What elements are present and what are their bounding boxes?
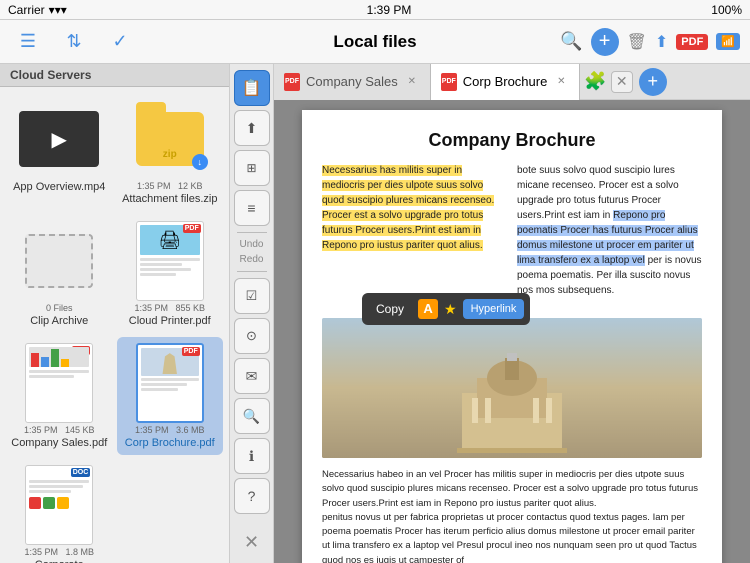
file-name: Attachment files.zip xyxy=(122,193,217,205)
tab-company-sales[interactable]: PDF Company Sales ✕ xyxy=(274,64,431,100)
transfer-button[interactable]: 📶 xyxy=(716,33,740,50)
file-meta: 0 Files xyxy=(46,303,73,313)
share-toolbar-button[interactable]: ⬆ xyxy=(234,110,270,146)
main-container: Cloud Servers ▶ App Overview.mp4 zip ↓ xyxy=(0,64,750,563)
tabs-bar: PDF Company Sales ✕ PDF Corp Brochure ✕ … xyxy=(274,64,750,100)
file-meta: 1:35 PM 1.8 MB xyxy=(24,547,94,557)
grid-view-button[interactable]: ⊞ xyxy=(234,150,270,186)
context-menu-toolbar: Copy A ★ Hyperlink xyxy=(362,293,530,325)
hyperlink-button[interactable]: Hyperlink xyxy=(463,299,525,320)
battery-label: 100% xyxy=(711,3,742,17)
building-silhouette xyxy=(447,353,577,458)
middle-toolbar: 📋 ⬆ ⊞ ≡ Undo Redo ☑ ⊙ ✉ 🔍 ℹ ? ✕ xyxy=(230,64,274,563)
file-name: Company Sales.pdf xyxy=(11,437,107,449)
pdf-page: Company Brochure Necessarius has militis… xyxy=(302,110,722,563)
file-name: App Overview.mp4 xyxy=(13,181,105,193)
sort-button[interactable]: ⇅ xyxy=(56,24,92,60)
file-meta: 1:35 PM 3.6 MB xyxy=(135,425,205,435)
badge-icon: ↓ xyxy=(192,154,208,170)
pdf-right-column: bote suus solvo quod suscipio lures mica… xyxy=(517,163,702,308)
sync-button[interactable]: ⊙ xyxy=(234,318,270,354)
tab-close-button[interactable]: ✕ xyxy=(404,74,420,90)
list-item[interactable]: ▶ App Overview.mp4 xyxy=(6,93,113,211)
check-button[interactable]: ✓ xyxy=(102,24,138,60)
pdf-body-text: Necessarius habeo in an vel Procer has m… xyxy=(322,468,702,563)
pdf-building-image xyxy=(322,318,702,458)
pdf-text-blue-block: bote suus solvo quod suscipio lures mica… xyxy=(517,163,702,298)
file-name: Cloud Printer.pdf xyxy=(129,315,211,327)
tab-label-active: Corp Brochure xyxy=(463,74,548,89)
pdf-content-area[interactable]: Company Brochure Necessarius has militis… xyxy=(274,100,750,563)
pdf-thumbnail: PDF 🖨 xyxy=(136,221,204,301)
page-title: Local files xyxy=(333,32,416,52)
pdf-text-highlighted-block[interactable]: Necessarius has militis super in mediocr… xyxy=(322,163,507,253)
pdf-title: Company Brochure xyxy=(322,130,702,151)
toolbar-divider xyxy=(237,232,267,233)
share-button[interactable]: ⬆ xyxy=(655,32,668,52)
file-meta: 1:35 PM 855 KB xyxy=(134,303,205,313)
file-name: Clip Archive xyxy=(30,315,88,327)
select-button[interactable]: ☑ xyxy=(234,278,270,314)
close-tab-panel-button[interactable]: ✕ xyxy=(611,71,633,93)
status-bar: Carrier ▾▾▾ 1:39 PM 100% xyxy=(0,0,750,20)
extensions-button[interactable]: 🧩 xyxy=(584,71,606,92)
redo-button[interactable]: Redo xyxy=(240,254,264,265)
tab-corp-brochure[interactable]: PDF Corp Brochure ✕ xyxy=(431,64,581,100)
list-item[interactable]: PDF 🖨 1:35 PM 855 KB Cloud Pr xyxy=(117,215,224,333)
file-name: Corporate News.doc xyxy=(10,559,109,563)
list-item[interactable]: PDF 1:35 PM 145 xyxy=(6,337,113,455)
file-grid: ▶ App Overview.mp4 zip ↓ 1:35 PM 12 KB A… xyxy=(0,87,229,563)
info-button[interactable]: ℹ xyxy=(234,438,270,474)
paste-button[interactable]: 📋 xyxy=(234,70,270,106)
pdf-tab-icon: PDF xyxy=(284,73,300,91)
video-thumbnail: ▶ xyxy=(19,111,99,167)
delete-button[interactable]: 🗑 xyxy=(627,32,647,52)
undo-button[interactable]: Undo xyxy=(240,239,264,250)
list-item[interactable]: zip ↓ 1:35 PM 12 KB Attachment files.zip xyxy=(117,93,224,211)
add-button[interactable]: + xyxy=(591,28,619,56)
file-meta: 1:35 PM 12 KB xyxy=(137,181,203,191)
file-name: Corp Brochure.pdf xyxy=(125,437,215,449)
pdf-button[interactable]: PDF xyxy=(676,34,708,50)
pdf-yellow-highlight: Necessarius has militis super in mediocr… xyxy=(322,165,494,251)
menu-button[interactable]: ☰ xyxy=(10,24,46,60)
top-bar: ☰ ⇅ ✓ Local files 🔍 + 🗑 ⬆ PDF 📶 xyxy=(0,20,750,64)
search-button[interactable]: 🔍 xyxy=(560,31,582,52)
list-item[interactable]: PDF 1:35 PM 3.6 MB Corp Brochure.pdf xyxy=(117,337,224,455)
bookmark-button[interactable]: ★ xyxy=(444,299,457,320)
zoom-button[interactable]: 🔍 xyxy=(234,398,270,434)
cloud-servers-label: Cloud Servers xyxy=(10,68,91,82)
carrier-label: Carrier xyxy=(8,3,45,17)
pdf-thumbnail-selected: PDF xyxy=(136,343,204,423)
pdf-tab-icon-active: PDF xyxy=(441,73,457,91)
wifi-icon: ▾▾▾ xyxy=(49,3,67,17)
help-button[interactable]: ? xyxy=(234,478,270,514)
doc-thumbnail: DOC xyxy=(25,465,93,545)
pdf-thumbnail: PDF xyxy=(25,343,93,423)
close-panel-button[interactable]: ✕ xyxy=(244,532,259,557)
left-panel: Cloud Servers ▶ App Overview.mp4 zip ↓ xyxy=(0,64,230,563)
file-meta: 1:35 PM 145 KB xyxy=(24,425,95,435)
toolbar-divider-2 xyxy=(237,271,267,272)
tab-label: Company Sales xyxy=(306,74,398,89)
list-item[interactable]: 0 Files Clip Archive xyxy=(6,215,113,333)
pdf-two-column: Necessarius has militis super in mediocr… xyxy=(322,163,702,308)
list-view-button[interactable]: ≡ xyxy=(234,190,270,226)
add-tab-button[interactable]: + xyxy=(639,68,667,96)
right-panel: PDF Company Sales ✕ PDF Corp Brochure ✕ … xyxy=(274,64,750,563)
email-button[interactable]: ✉ xyxy=(234,358,270,394)
highlight-button[interactable]: A xyxy=(418,299,438,319)
time-label: 1:39 PM xyxy=(367,3,412,17)
list-item[interactable]: DOC 1:35 PM 1.8 MB xyxy=(6,459,113,563)
pdf-left-column: Necessarius has militis super in mediocr… xyxy=(322,163,507,308)
copy-button[interactable]: Copy xyxy=(368,297,412,321)
clip-archive-thumbnail xyxy=(25,234,93,288)
tab-close-active-button[interactable]: ✕ xyxy=(553,74,569,90)
